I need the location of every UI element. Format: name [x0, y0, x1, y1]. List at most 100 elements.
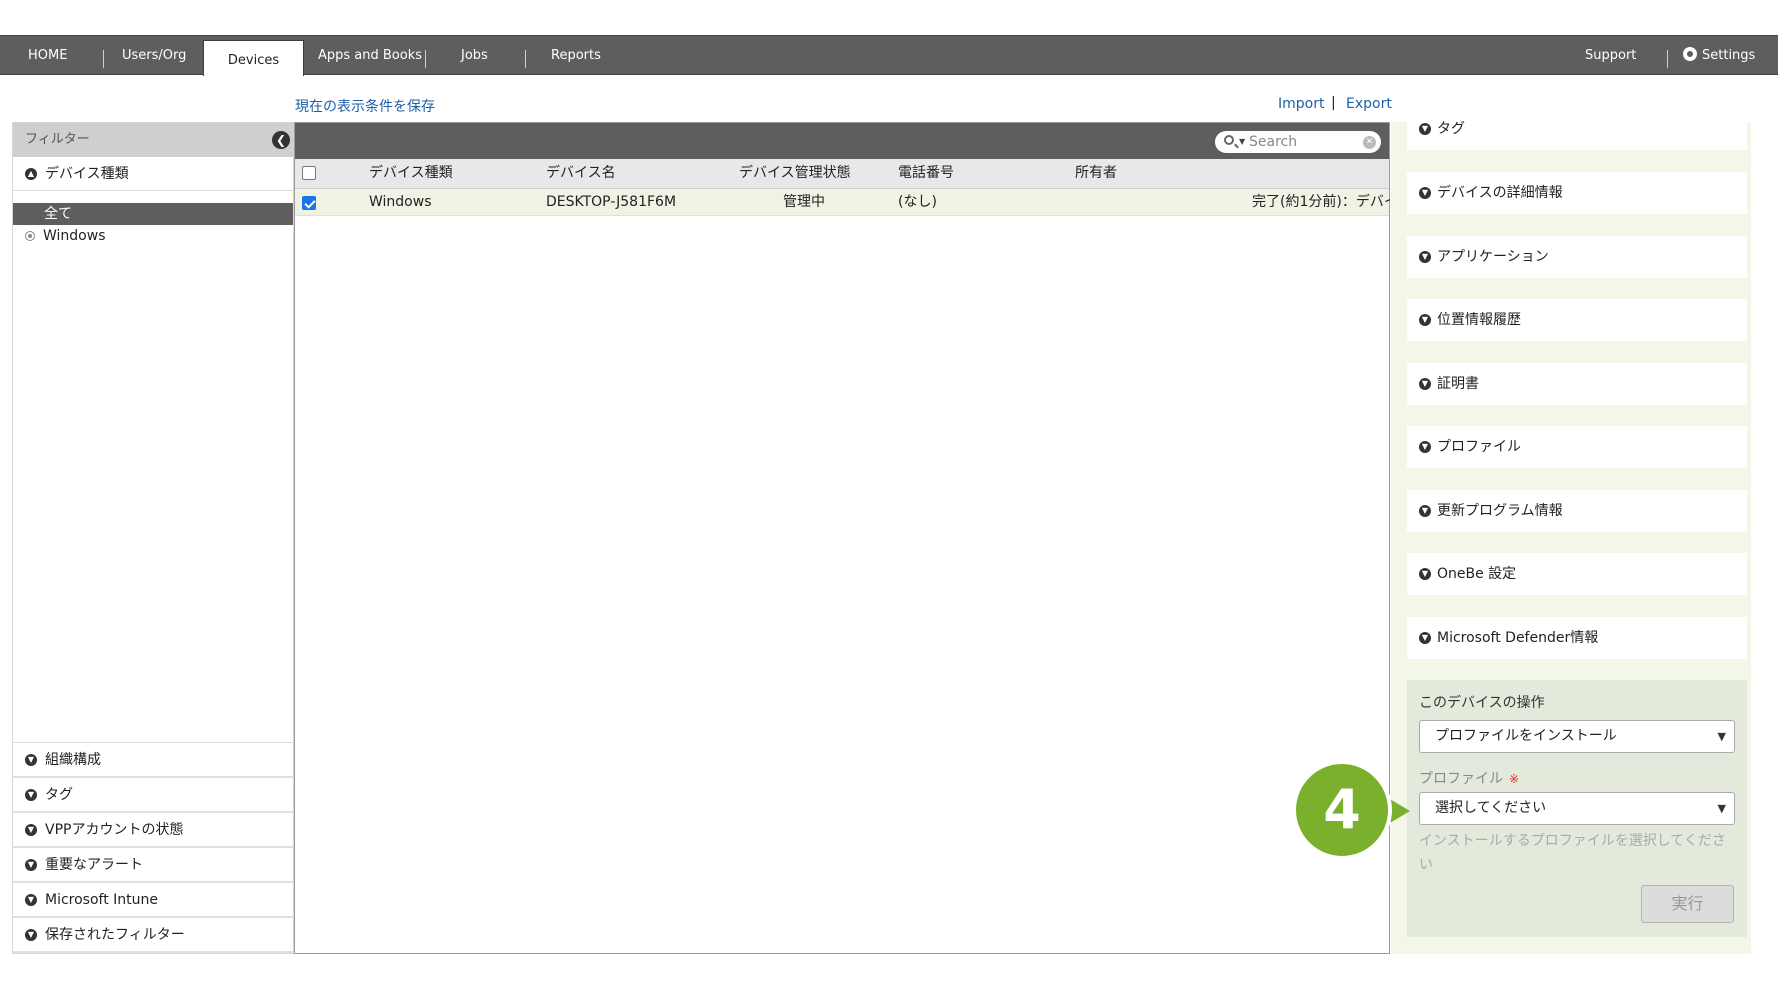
chevron-down-icon: ▼: [25, 754, 37, 766]
nav-apps-books[interactable]: Apps and Books: [318, 36, 422, 75]
collapse-left-icon[interactable]: ❮: [272, 131, 290, 149]
select-all-checkbox[interactable]: [302, 166, 316, 180]
import-link[interactable]: Import: [1278, 96, 1324, 112]
detail-section-device-info[interactable]: ▼ デバイスの詳細情報: [1407, 172, 1747, 214]
filter-sections: ▼ 組織構成 ▼ タグ ▼ VPPアカウントの状態 ▼ 重要なアラート ▼ Mi…: [13, 742, 293, 953]
filter-section-org[interactable]: ▼ 組織構成: [13, 743, 293, 778]
nav-divider: [525, 50, 526, 68]
cell-status: 管理中: [783, 194, 825, 210]
detail-section-label: アプリケーション: [1437, 249, 1549, 265]
chevron-down-icon: ▼: [1717, 802, 1726, 815]
nav-jobs[interactable]: Jobs: [461, 36, 488, 75]
filter-section-label: 組織構成: [45, 752, 101, 768]
filter-option-windows[interactable]: Windows: [13, 225, 293, 247]
filter-header: フィルター ❮: [13, 123, 293, 157]
search-icon: [1224, 135, 1234, 145]
chevron-down-icon: ▼: [25, 789, 37, 801]
device-operations: このデバイスの操作 プロファイルをインストール ▼ プロファイル ※ 選択してくだ…: [1407, 680, 1747, 937]
operation-select-value: プロファイルをインストール: [1435, 728, 1617, 744]
gear-icon: [1683, 47, 1697, 61]
nav-home[interactable]: HOME: [28, 36, 67, 75]
detail-section-label: タグ: [1437, 121, 1465, 137]
detail-section-profiles[interactable]: ▼ プロファイル: [1407, 426, 1747, 468]
profile-select[interactable]: 選択してください ▼: [1419, 792, 1735, 825]
chevron-down-icon: ▼: [1419, 568, 1431, 580]
nav-divider: [103, 50, 104, 68]
detail-section-label: デバイスの詳細情報: [1437, 185, 1563, 201]
filter-option-all[interactable]: 全て: [13, 203, 293, 225]
search-placeholder: Search: [1249, 134, 1298, 150]
chevron-down-icon: ▼: [25, 824, 37, 836]
detail-section-updates[interactable]: ▼ 更新プログラム情報: [1407, 490, 1747, 532]
profile-label: プロファイル ※: [1419, 768, 1519, 788]
profile-select-value: 選択してください: [1435, 800, 1547, 816]
detail-section-certs[interactable]: ▼ 証明書: [1407, 363, 1747, 405]
search-input[interactable]: ▼ Search ✕: [1215, 131, 1381, 153]
radio-icon: [25, 231, 35, 241]
detail-section-onebe[interactable]: ▼ OneBe 設定: [1407, 553, 1747, 595]
link-separator: |: [1331, 95, 1336, 111]
table-row[interactable]: Windows DESKTOP-J581F6M 管理中 (なし) 完了(約1分前…: [295, 189, 1390, 216]
column-header[interactable]: 所有者: [1075, 159, 1117, 188]
cell-device-type: Windows: [369, 194, 432, 210]
table-toolbar: ▼ Search ✕: [295, 123, 1389, 159]
filter-title: フィルター: [25, 132, 90, 147]
detail-section-label: プロファイル: [1437, 439, 1521, 455]
detail-section-location[interactable]: ▼ 位置情報履歴: [1407, 299, 1747, 341]
filter-section-label: VPPアカウントの状態: [45, 822, 184, 838]
column-header[interactable]: デバイス管理状態: [739, 159, 851, 188]
detail-section-label: Microsoft Defender情報: [1437, 630, 1599, 646]
filter-section-label: タグ: [45, 787, 73, 803]
filter-panel: フィルター ❮ ▲ デバイス種類 全て Windows ▼ 組織構成 ▼ タグ …: [12, 122, 294, 954]
export-link[interactable]: Export: [1346, 96, 1392, 112]
chevron-down-icon: ▼: [1419, 441, 1431, 453]
row-checkbox[interactable]: [302, 196, 316, 210]
filter-section-vpp[interactable]: ▼ VPPアカウントの状態: [13, 813, 293, 848]
detail-section-defender[interactable]: ▼ Microsoft Defender情報: [1407, 617, 1747, 659]
detail-section-label: 位置情報履歴: [1437, 312, 1521, 328]
operation-select[interactable]: プロファイルをインストール ▼: [1419, 720, 1735, 753]
detail-section-label: OneBe 設定: [1437, 566, 1517, 582]
nav-divider: [425, 50, 426, 68]
nav-support[interactable]: Support: [1585, 36, 1636, 75]
save-filter-link[interactable]: 現在の表示条件を保存: [295, 96, 435, 116]
operations-title: このデバイスの操作: [1419, 695, 1545, 711]
nav-users-org[interactable]: Users/Org: [122, 36, 186, 75]
chevron-down-icon: ▼: [1419, 378, 1431, 390]
main-nav: HOME Users/Org Devices Apps and Books Jo…: [0, 35, 1778, 76]
filter-section-saved[interactable]: ▼ 保存されたフィルター: [13, 918, 293, 953]
column-header[interactable]: デバイス種類: [369, 159, 453, 188]
detail-section-label: 証明書: [1437, 376, 1479, 392]
detail-section-tag[interactable]: ▼ タグ: [1407, 108, 1747, 150]
nav-reports[interactable]: Reports: [551, 36, 601, 75]
chevron-down-icon: ▼: [25, 859, 37, 871]
nav-devices[interactable]: Devices: [203, 40, 304, 76]
step-callout: 4: [1292, 760, 1392, 860]
detail-section-apps[interactable]: ▼ アプリケーション: [1407, 236, 1747, 278]
chevron-down-icon: ▼: [1419, 251, 1431, 263]
nav-divider: [1667, 50, 1668, 68]
filter-section-alerts[interactable]: ▼ 重要なアラート: [13, 848, 293, 883]
filter-section-label: 重要なアラート: [45, 857, 143, 873]
chevron-down-icon: ▼: [25, 929, 37, 941]
nav-settings[interactable]: Settings: [1683, 36, 1755, 75]
cell-last-job: 完了(約1分前)：デバイ: [1252, 194, 1390, 210]
table-header: デバイス種類 デバイス名 デバイス管理状態 電話番号 所有者: [295, 159, 1389, 189]
filter-section-tag[interactable]: ▼ タグ: [13, 778, 293, 813]
chevron-down-icon: ▼: [1419, 123, 1431, 135]
column-header[interactable]: デバイス名: [546, 159, 616, 188]
clear-search-icon[interactable]: ✕: [1363, 136, 1376, 149]
column-header[interactable]: 電話番号: [898, 159, 954, 188]
filter-section-label: Microsoft Intune: [45, 892, 159, 908]
filter-section-label: 保存されたフィルター: [45, 927, 185, 943]
run-button[interactable]: 実行: [1641, 885, 1734, 923]
filter-section-intune[interactable]: ▼ Microsoft Intune: [13, 883, 293, 918]
cell-phone: (なし): [898, 194, 937, 210]
search-options-icon[interactable]: ▼: [1239, 131, 1245, 153]
chevron-down-icon: ▼: [1419, 314, 1431, 326]
required-mark: ※: [1509, 772, 1520, 786]
chevron-down-icon: ▼: [1419, 505, 1431, 517]
filter-section-device-type[interactable]: ▲ デバイス種類: [13, 157, 293, 191]
filter-section-label: デバイス種類: [45, 166, 129, 182]
chevron-down-icon: ▼: [1419, 632, 1431, 644]
